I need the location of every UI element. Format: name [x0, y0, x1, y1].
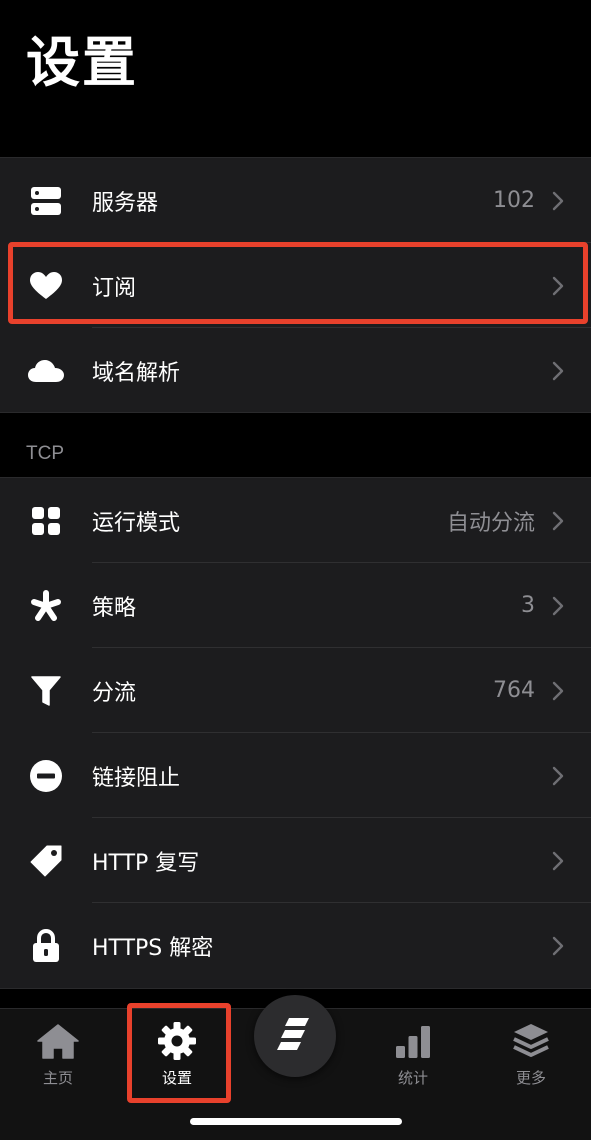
asterisk-icon	[28, 588, 64, 624]
server-icon	[28, 183, 64, 219]
settings-row-https-decrypt[interactable]: HTTPS 解密	[0, 903, 591, 988]
settings-row-run-mode[interactable]: 运行模式 自动分流	[0, 478, 591, 563]
settings-group-tcp: 运行模式 自动分流 策略 3 分流 764 链接阻止 HTTP 复写 HTTPS…	[0, 477, 591, 989]
chevron-right-icon	[552, 276, 564, 295]
row-value: 102	[493, 188, 535, 213]
row-label: 运行模式	[92, 510, 181, 536]
home-icon	[36, 1021, 80, 1061]
settings-row-dns[interactable]: 域名解析	[0, 328, 591, 413]
center-action-button[interactable]	[254, 995, 336, 1077]
minus-circle-icon	[28, 758, 64, 794]
row-label: HTTPS 解密	[92, 935, 214, 961]
lock-icon	[28, 928, 64, 964]
chevron-right-icon	[552, 681, 564, 700]
chevron-right-icon	[552, 766, 564, 785]
tab-stats[interactable]: 统计	[365, 1021, 461, 1091]
grid-icon	[28, 503, 64, 539]
row-label: 服务器	[92, 190, 159, 216]
tab-label: 设置	[161, 1069, 192, 1087]
tab-more[interactable]: 更多	[483, 1021, 579, 1091]
row-label: 分流	[92, 680, 137, 706]
settings-row-policy[interactable]: 策略 3	[0, 563, 591, 648]
tab-home[interactable]: 主页	[10, 1021, 106, 1091]
settings-row-rules[interactable]: 分流 764	[0, 648, 591, 733]
settings-row-subscription[interactable]: 订阅	[0, 243, 591, 328]
settings-row-servers[interactable]: 服务器 102	[0, 158, 591, 243]
layers-icon	[509, 1021, 553, 1061]
chevron-right-icon	[552, 596, 564, 615]
row-value: 3	[521, 593, 535, 618]
tab-label: 统计	[397, 1069, 428, 1087]
chevron-right-icon	[552, 191, 564, 210]
settings-row-block[interactable]: 链接阻止	[0, 733, 591, 818]
tab-label: 主页	[42, 1069, 73, 1087]
logo-icon	[275, 1016, 315, 1056]
row-label: 链接阻止	[92, 765, 181, 791]
home-indicator	[190, 1118, 402, 1125]
heart-icon	[28, 268, 64, 304]
section-header-tcp: TCP	[26, 443, 64, 464]
row-label: 订阅	[92, 275, 137, 301]
page-title: 设置	[26, 31, 138, 94]
chevron-right-icon	[552, 936, 564, 955]
cloud-icon	[28, 353, 64, 389]
settings-row-http-rewrite[interactable]: HTTP 复写	[0, 818, 591, 903]
settings-group-general: 服务器 102 订阅 域名解析	[0, 157, 591, 413]
tab-label: 更多	[515, 1069, 546, 1087]
gear-icon	[155, 1021, 199, 1061]
funnel-icon	[28, 673, 64, 709]
row-label: 域名解析	[92, 360, 181, 386]
chevron-right-icon	[552, 361, 564, 380]
row-value: 自动分流	[446, 510, 535, 536]
chevron-right-icon	[552, 511, 564, 530]
row-value: 764	[493, 678, 535, 703]
tag-icon	[28, 843, 64, 879]
bar-chart-icon	[391, 1021, 435, 1061]
row-label: HTTP 复写	[92, 850, 200, 876]
chevron-right-icon	[552, 851, 564, 870]
tab-settings[interactable]: 设置	[129, 1021, 225, 1091]
row-label: 策略	[92, 595, 137, 621]
